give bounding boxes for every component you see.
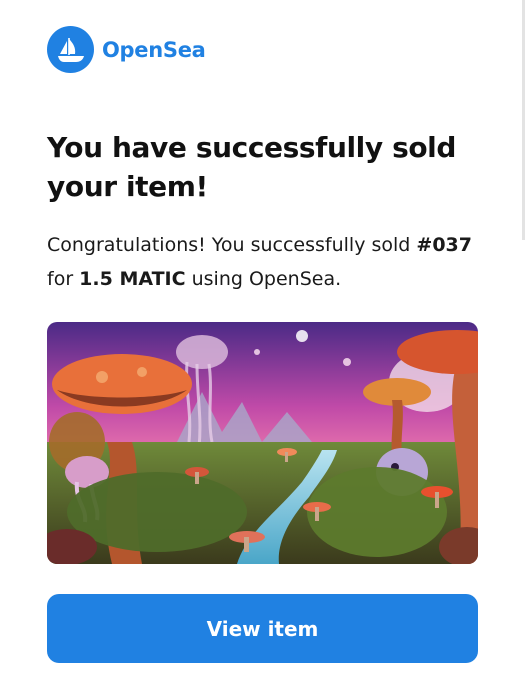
nft-artwork-image[interactable] <box>47 322 478 564</box>
item-id: #037 <box>416 234 472 256</box>
message-outro: using OpenSea. <box>191 268 342 290</box>
brand-name: OpenSea <box>102 37 206 62</box>
opensea-logo-icon <box>47 26 94 73</box>
brand-header: OpenSea <box>47 26 206 73</box>
message-intro: Congratulations! You successfully sold <box>47 234 411 256</box>
sale-price: 1.5 MATIC <box>79 268 186 290</box>
sale-message: Congratulations! You successfully sold #… <box>47 228 487 296</box>
view-item-button[interactable]: View item <box>47 594 478 663</box>
message-connector: for <box>47 268 74 290</box>
page-title: You have successfully sold your item! <box>47 131 457 203</box>
